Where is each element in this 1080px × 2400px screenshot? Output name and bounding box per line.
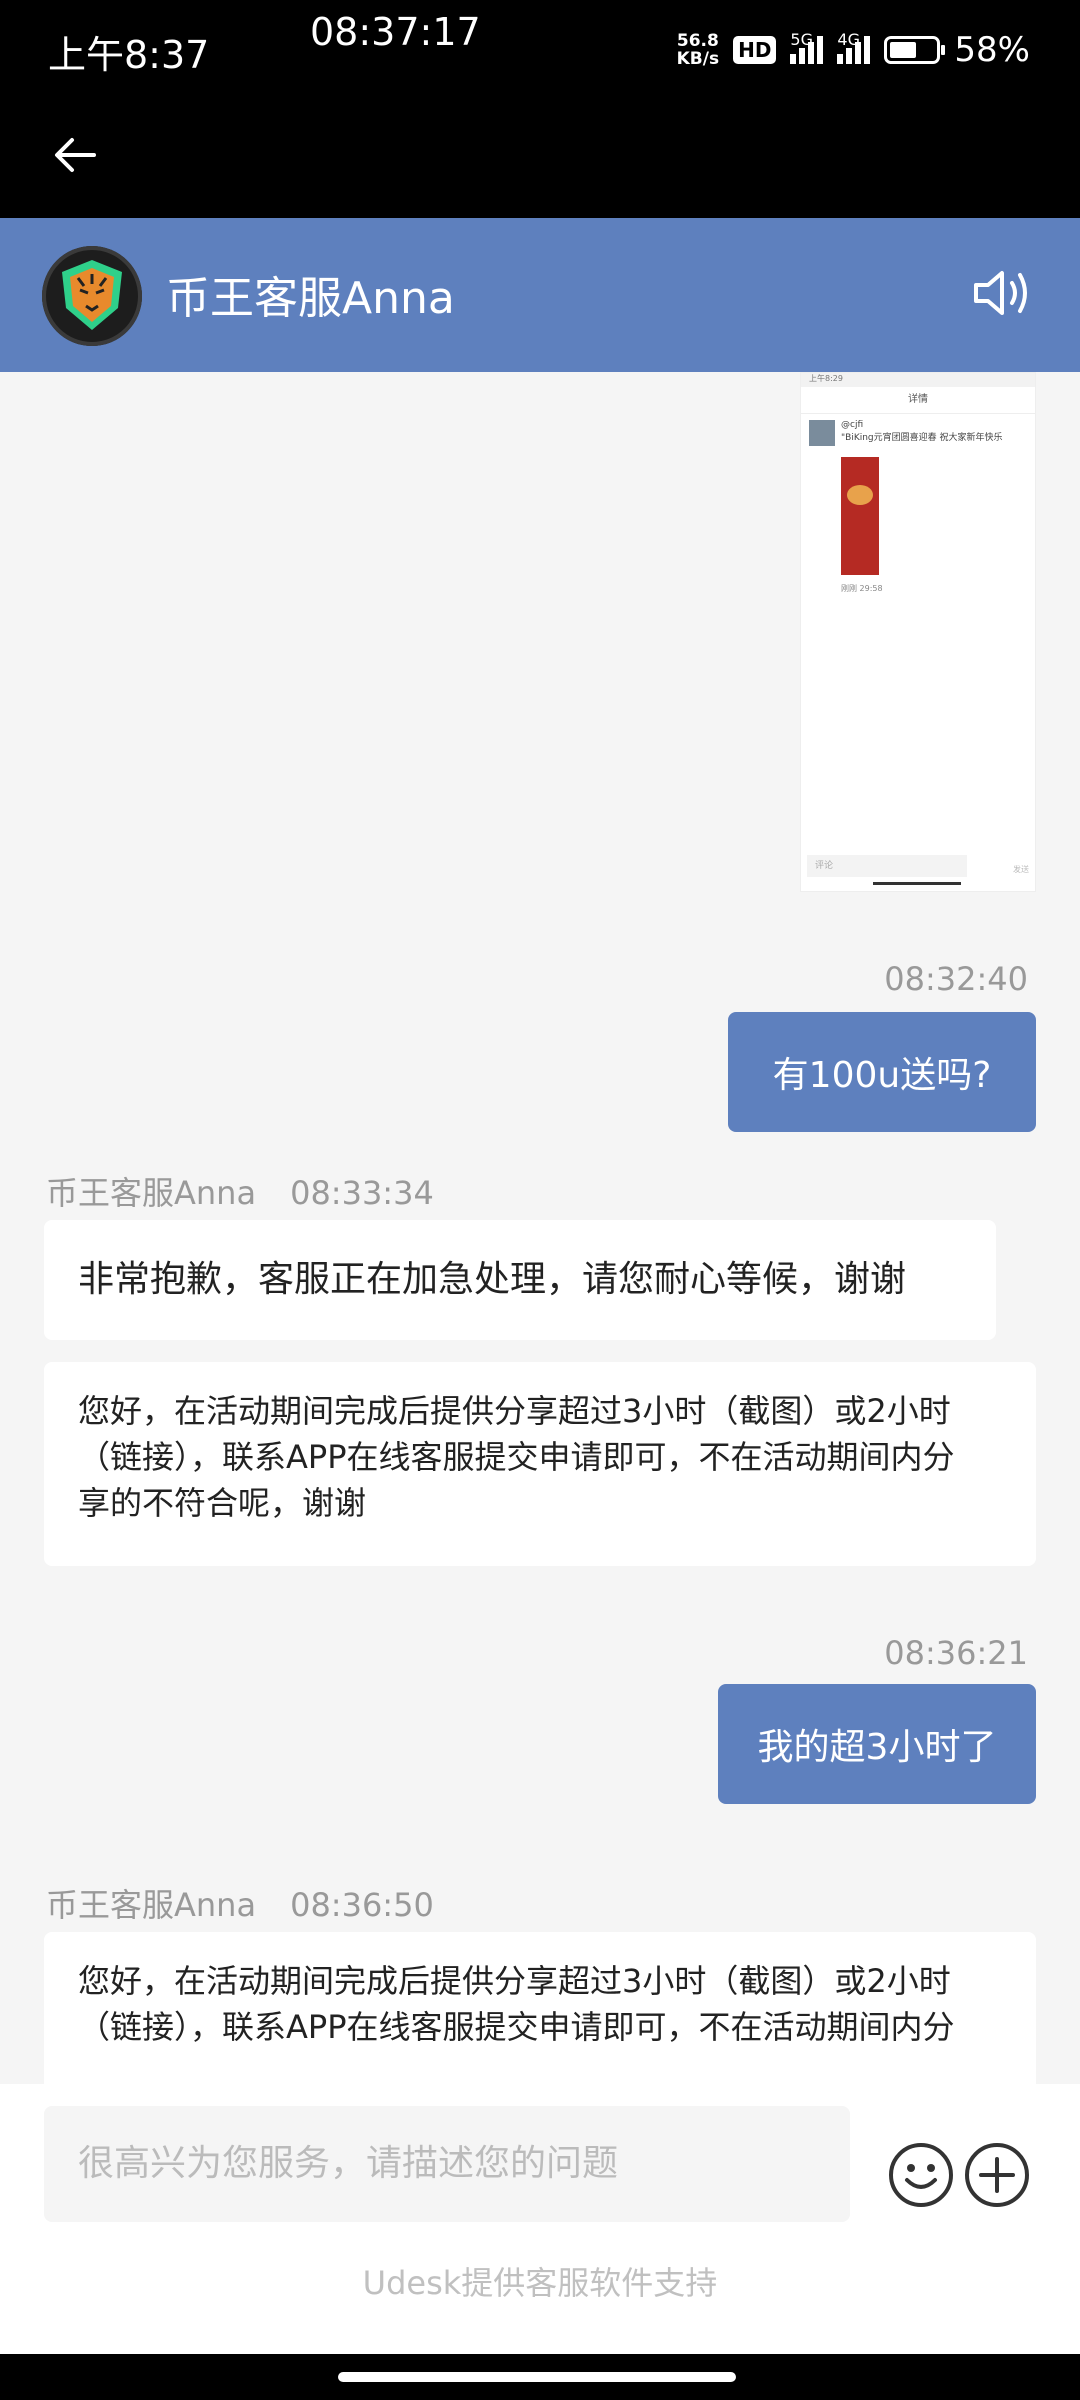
hd-icon: HD	[733, 36, 777, 64]
net-speed-value: 56.8	[676, 31, 719, 51]
message-timestamp: 08:36:50	[290, 1886, 434, 1924]
thumb-post-text: "BiKing元宵团圆喜迎春 祝大家新年快乐	[841, 433, 1003, 443]
message-timestamp: 08:36:21	[884, 1634, 1028, 1672]
thumb-status-time: 上午8:29	[801, 373, 1035, 387]
message-meta: 币王客服Anna 08:33:34	[46, 1168, 434, 1214]
nav-bar	[0, 130, 1080, 218]
signal-5g-icon: 5G	[790, 30, 824, 64]
speaker-icon[interactable]	[970, 263, 1034, 323]
incoming-message[interactable]: 您好，在活动期间完成后提供分享超过3小时（截图）或2小时 （链接），联系APP在…	[44, 1932, 1036, 2084]
signal-4g-icon: 4G	[837, 30, 871, 64]
thumb-send: 发送	[1013, 865, 1029, 874]
outgoing-message[interactable]: 我的超3小时了	[718, 1684, 1036, 1804]
image-message-thumbnail[interactable]: 上午8:29 详情 @cjfi "BiKing元宵团圆喜迎春 祝大家新年快乐 刚…	[800, 372, 1036, 892]
plus-circle-icon[interactable]	[964, 2142, 1030, 2208]
thumb-post-time: 刚刚 29:58	[841, 584, 883, 593]
powered-by-text: Udesk提供客服软件支持	[362, 2264, 718, 2302]
agent-avatar	[42, 246, 142, 346]
thumb-gesture-bar	[873, 882, 961, 885]
incoming-message[interactable]: 非常抱歉，客服正在加急处理，请您耐心等候，谢谢	[44, 1220, 996, 1340]
network-5g-label: 5G	[790, 30, 813, 49]
thumb-user: @cjfi	[841, 420, 864, 430]
message-timestamp: 08:32:40	[884, 960, 1028, 998]
net-speed-unit: KB/s	[676, 49, 720, 69]
status-time: 上午8:37	[48, 33, 210, 77]
battery-icon	[884, 36, 946, 64]
message-input[interactable]: 很高兴为您服务，请描述您的问题	[44, 2106, 850, 2222]
network-4g-label: 4G	[837, 30, 860, 49]
message-line: （链接），联系APP在线客服提交申请即可，不在活动期间内分	[78, 1438, 955, 1476]
thumb-user-avatar	[809, 420, 835, 446]
message-timestamp: 08:33:34	[290, 1174, 434, 1212]
agent-name: 币王客服Anna	[166, 273, 455, 324]
outgoing-message[interactable]: 有100u送吗?	[728, 1012, 1036, 1132]
chat-message-list[interactable]: 上午8:29 详情 @cjfi "BiKing元宵团圆喜迎春 祝大家新年快乐 刚…	[0, 372, 1080, 2084]
thumb-comment-input: 评论	[807, 855, 967, 877]
battery-fill	[890, 42, 917, 58]
sender-name: 币王客服Anna	[46, 1174, 257, 1212]
message-line: 您好，在活动期间完成后提供分享超过3小时（截图）或2小时	[78, 1962, 951, 2000]
smiley-icon[interactable]	[888, 2142, 954, 2208]
chat-header	[0, 218, 1080, 372]
message-line: （链接），联系APP在线客服提交申请即可，不在活动期间内分	[78, 2008, 955, 2046]
incoming-message[interactable]: 您好，在活动期间完成后提供分享超过3小时（截图）或2小时 （链接），联系APP在…	[44, 1362, 1036, 1566]
thumb-poster-image	[841, 457, 879, 575]
status-clock: 08:37:17	[310, 10, 481, 54]
thumb-post: @cjfi "BiKing元宵团圆喜迎春 祝大家新年快乐	[801, 414, 1035, 452]
message-line: 享的不符合呢，谢谢	[78, 1484, 367, 1522]
home-indicator[interactable]	[338, 2372, 736, 2382]
arrow-left-icon[interactable]	[50, 130, 100, 180]
net-speed: 56.8 KB/s	[677, 32, 719, 68]
message-line: 您好，在活动期间完成后提供分享超过3小时（截图）或2小时	[78, 1392, 951, 1430]
battery-percent: 58%	[954, 30, 1030, 70]
sender-name: 币王客服Anna	[46, 1886, 257, 1924]
status-icons: 56.8 KB/s HD 5G 4G 58%	[677, 28, 1030, 72]
thumb-title: 详情	[801, 387, 1035, 414]
input-area: 很高兴为您服务，请描述您的问题 Udesk提供客服软件支持	[0, 2084, 1080, 2354]
message-meta: 币王客服Anna 08:36:50	[46, 1880, 434, 1926]
